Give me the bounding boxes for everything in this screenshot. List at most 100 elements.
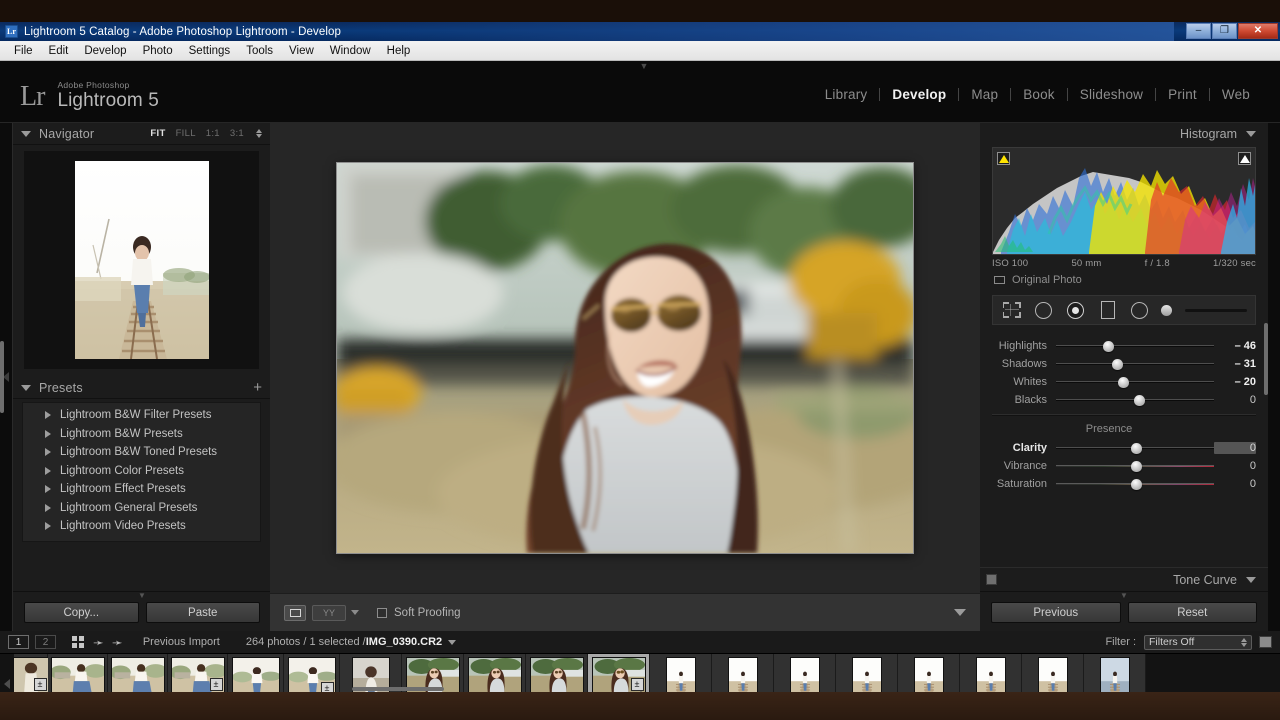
top-panel-handle[interactable]: ▼	[636, 62, 652, 71]
filmstrip-thumbnail[interactable]	[898, 654, 960, 692]
slider-row-shadows[interactable]: Shadows – 31	[992, 355, 1256, 373]
histogram-panel[interactable]	[992, 147, 1256, 255]
view-options-caret-icon[interactable]	[351, 610, 359, 615]
menu-item-window[interactable]: Window	[322, 43, 379, 59]
previous-button[interactable]: Previous	[991, 602, 1121, 623]
develop-adjustment-badge-icon[interactable]: ±	[209, 678, 223, 691]
module-library[interactable]: Library	[813, 87, 880, 102]
triangle-right-icon[interactable]	[45, 448, 51, 457]
tone-curve-header[interactable]: Tone Curve	[980, 567, 1268, 591]
filmstrip-thumbnail[interactable]	[650, 654, 712, 692]
source-label[interactable]: Previous Import	[143, 636, 220, 648]
copy-button[interactable]: Copy...	[24, 602, 139, 623]
menu-item-file[interactable]: File	[6, 43, 41, 59]
preset-group-row[interactable]: Lightroom B&W Filter Presets	[23, 406, 260, 425]
module-web[interactable]: Web	[1210, 87, 1262, 102]
histogram-header[interactable]: Histogram	[980, 123, 1268, 145]
module-develop[interactable]: Develop	[880, 87, 958, 102]
slider-value-clarity[interactable]: 0	[1214, 442, 1256, 454]
left-panel-toggle[interactable]	[0, 123, 12, 631]
shadow-clipping-indicator[interactable]	[997, 152, 1010, 165]
slider-track-vibrance[interactable]	[1056, 460, 1214, 472]
filmstrip-scrollbar[interactable]	[352, 687, 444, 691]
slider-track-clarity[interactable]	[1056, 442, 1214, 454]
preset-group-row[interactable]: Lightroom Color Presets	[23, 462, 260, 481]
left-footer-handle[interactable]: ▼	[135, 592, 149, 600]
preset-group-row[interactable]: Lightroom B&W Toned Presets	[23, 443, 260, 462]
module-print[interactable]: Print	[1156, 87, 1209, 102]
radial-filter-tool[interactable]	[1129, 300, 1150, 321]
slider-handle-saturation[interactable]	[1131, 478, 1143, 490]
right-panel-scrollbar[interactable]	[1264, 323, 1268, 395]
filmstrip-thumbnail[interactable]	[228, 654, 284, 692]
filmstrip-thumbnail[interactable]	[464, 654, 526, 692]
navigator-zoom-stepper[interactable]	[256, 129, 262, 138]
navigator-mode-31[interactable]: 3:1	[230, 128, 244, 139]
slider-handle-clarity[interactable]	[1131, 442, 1143, 454]
navigator-header[interactable]: Navigator FIT FILL 1:1 3:1	[13, 123, 270, 145]
menu-item-photo[interactable]: Photo	[135, 43, 181, 59]
menu-item-settings[interactable]: Settings	[181, 43, 239, 59]
module-slideshow[interactable]: Slideshow	[1068, 87, 1155, 102]
loupe-view-button[interactable]	[284, 604, 306, 621]
filter-preset-select[interactable]: Filters Off	[1144, 634, 1252, 650]
original-photo-icon[interactable]	[994, 276, 1005, 284]
menu-item-tools[interactable]: Tools	[238, 43, 281, 59]
paste-button[interactable]: Paste	[145, 602, 260, 623]
triangle-right-icon[interactable]	[45, 485, 51, 494]
main-window-button[interactable]: 1	[8, 635, 29, 649]
brush-size-slider[interactable]	[1185, 308, 1247, 312]
triangle-down-icon[interactable]	[1246, 131, 1256, 137]
triangle-right-icon[interactable]	[45, 411, 51, 420]
spot-removal-tool[interactable]	[1033, 300, 1054, 321]
slider-handle-blacks[interactable]	[1134, 394, 1146, 406]
slider-handle-vibrance[interactable]	[1131, 460, 1143, 472]
navigator-preview[interactable]	[24, 151, 259, 369]
before-after-button[interactable]: YY	[312, 604, 346, 621]
minimize-button[interactable]: –	[1186, 23, 1211, 39]
slider-handle-whites[interactable]	[1118, 376, 1130, 388]
second-window-button[interactable]: 2	[35, 635, 56, 649]
slider-handle-highlights[interactable]	[1102, 340, 1114, 352]
filmstrip-thumbnail[interactable]: ★★★★★	[48, 654, 108, 692]
filmstrip-thumbnail[interactable]: ★	[712, 654, 774, 692]
presets-header[interactable]: Presets +	[13, 377, 270, 399]
slider-value-whites[interactable]: – 20	[1214, 376, 1256, 388]
slider-value-blacks[interactable]: 0	[1214, 394, 1256, 406]
right-footer-handle[interactable]: ▼	[1117, 592, 1131, 600]
filmstrip-thumbnail-selected[interactable]: ±★★★★★	[588, 654, 650, 692]
menu-item-develop[interactable]: Develop	[76, 43, 134, 59]
triangle-right-icon[interactable]	[45, 503, 51, 512]
triangle-right-icon[interactable]	[45, 522, 51, 531]
toolbar-collapse-icon[interactable]	[954, 609, 966, 616]
slider-value-saturation[interactable]: 0	[1214, 478, 1256, 490]
filmstrip-thumbnail[interactable]	[1022, 654, 1084, 692]
triangle-down-icon[interactable]	[21, 130, 31, 137]
slider-row-blacks[interactable]: Blacks 0	[992, 391, 1256, 409]
grid-view-button[interactable]	[72, 636, 84, 648]
slider-track-whites[interactable]	[1056, 376, 1214, 388]
navigator-mode-fit[interactable]: FIT	[150, 128, 165, 139]
red-eye-tool[interactable]	[1065, 300, 1086, 321]
filmstrip-thumbnail[interactable]	[1084, 654, 1146, 692]
triangle-down-icon[interactable]	[1246, 576, 1256, 583]
slider-value-shadows[interactable]: – 31	[1214, 358, 1256, 370]
current-filename[interactable]: IMG_0390.CR2	[366, 636, 442, 648]
slider-handle-shadows[interactable]	[1112, 358, 1124, 370]
slider-row-whites[interactable]: Whites – 20	[992, 373, 1256, 391]
highlight-clipping-indicator[interactable]	[1238, 152, 1251, 165]
close-button[interactable]: ✕	[1238, 23, 1278, 39]
menu-item-view[interactable]: View	[281, 43, 322, 59]
restore-button[interactable]: ❐	[1212, 23, 1237, 39]
graduated-filter-tool[interactable]	[1097, 300, 1118, 321]
filmstrip-thumbnail[interactable]: ★★★★★	[108, 654, 168, 692]
preset-group-row[interactable]: Lightroom Effect Presets	[23, 480, 260, 499]
module-book[interactable]: Book	[1011, 87, 1067, 102]
slider-row-vibrance[interactable]: Vibrance 0	[992, 457, 1256, 475]
filmstrip-thumbnail[interactable]	[774, 654, 836, 692]
triangle-right-icon[interactable]	[45, 429, 51, 438]
preset-group-row[interactable]: Lightroom Video Presets	[23, 517, 260, 536]
filmstrip-thumbnail[interactable]	[836, 654, 898, 692]
preset-group-row[interactable]: Lightroom B&W Presets	[23, 425, 260, 444]
go-forward-arrow-icon[interactable]: ➛	[112, 636, 123, 649]
